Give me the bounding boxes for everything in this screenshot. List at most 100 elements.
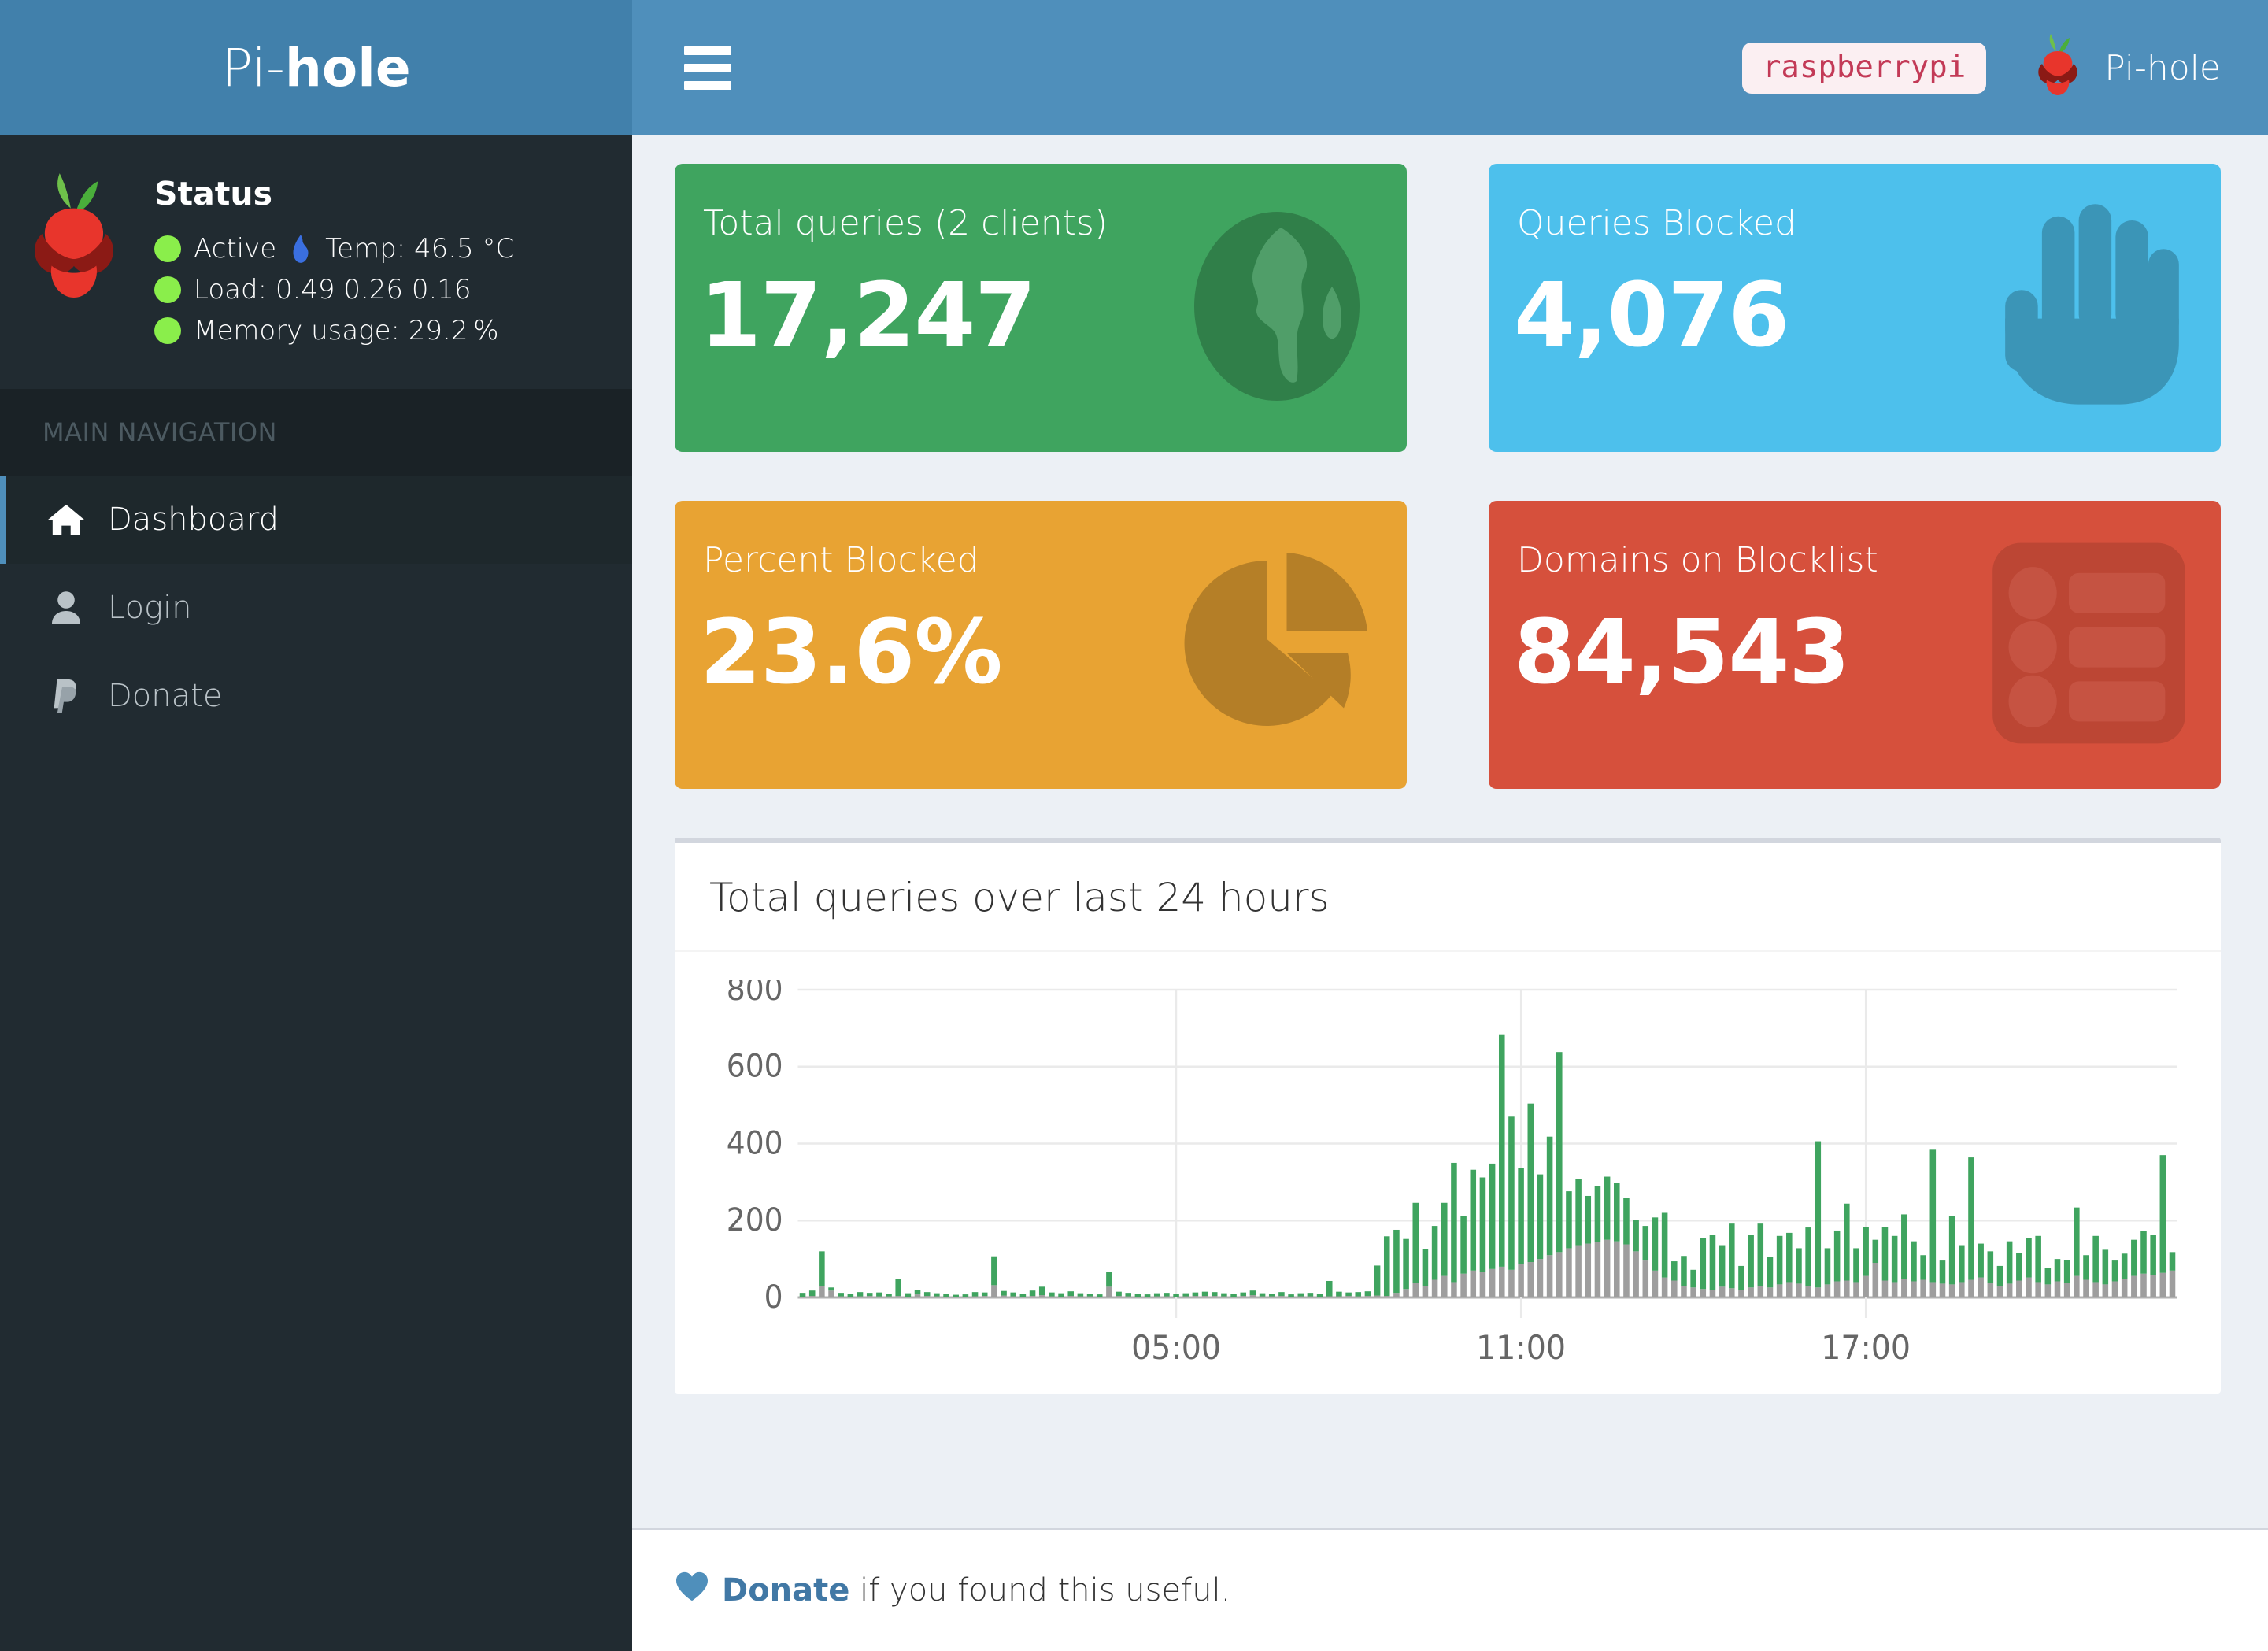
chart-bar-permitted (934, 1293, 940, 1297)
chart-bar-permitted (2054, 1259, 2061, 1282)
chart-bar-permitted (1345, 1292, 1352, 1297)
chart-bar-permitted (1546, 1136, 1553, 1256)
raspberry-pi-logo-icon (2032, 31, 2087, 106)
stat-card-total-queries[interactable]: Total queries (2 clients) 17,247 (675, 164, 1407, 452)
stat-card-value: 84,543 (1514, 602, 1850, 704)
queries-chart-card: Total queries over last 24 hours 0 200 400… (675, 838, 2221, 1394)
chart-bar-blocked (2131, 1275, 2137, 1297)
chart-bar-permitted (914, 1290, 921, 1295)
sidebar-item-login[interactable]: Login (0, 564, 632, 652)
chart-bar-blocked (1508, 1269, 1515, 1297)
status-dot-icon (154, 235, 181, 262)
chart-bar-blocked (819, 1286, 825, 1297)
chart-bar-permitted (1518, 1168, 1524, 1264)
chart-bar-permitted (1575, 1179, 1582, 1246)
chart-bar-permitted (1929, 1149, 1937, 1283)
chart-bar-permitted (971, 1292, 979, 1297)
chart-bar-permitted (1690, 1269, 1696, 1288)
chart-bar-permitted (1067, 1291, 1074, 1297)
chart-bar-permitted (1374, 1265, 1381, 1296)
stat-card-label: Total queries (2 clients) (703, 203, 1108, 243)
footer-donate-link[interactable]: Donate (722, 1572, 849, 1608)
chart-body: 0 200 400 600 800 05:00 11:00 17:00 (675, 952, 2221, 1394)
chart-bar-blocked (2006, 1283, 2013, 1297)
chart-bar-permitted (1709, 1235, 1716, 1290)
chart-bar-permitted (876, 1292, 882, 1297)
chart-bar-blocked (1978, 1277, 1984, 1297)
brand-right[interactable]: Pi-hole (2032, 31, 2221, 106)
chart-header: Total queries over last 24 hours (675, 843, 2221, 952)
stat-card-queries-blocked[interactable]: Queries Blocked 4,076 (1489, 164, 2221, 452)
chart-bar-permitted (1604, 1176, 1611, 1240)
chart-bar-blocked (866, 1296, 873, 1297)
stat-card-domains-on-blocklist[interactable]: Domains on Blocklist 84,543 (1489, 501, 2221, 789)
chart-bar-blocked (1403, 1289, 1409, 1297)
chart-bar-blocked (2159, 1272, 2166, 1297)
chart-bar-permitted (1192, 1292, 1199, 1297)
logo-suffix: hole (284, 37, 411, 98)
chart-bar-permitted (1748, 1235, 1754, 1288)
status-temperature-label: Temp: 46.5 °C (325, 233, 515, 265)
chart-bar-blocked (1833, 1281, 1841, 1297)
sidebar-item-dashboard[interactable]: Dashboard (0, 476, 632, 564)
chart-bar-blocked (1996, 1286, 2003, 1297)
status-memory-label: Memory usage: 29.2 % (194, 315, 499, 346)
hamburger-icon[interactable] (684, 46, 731, 90)
chart-bar-permitted (1872, 1239, 1879, 1264)
dashboard-content: Total queries (2 clients) 17,247 Queries… (632, 135, 2268, 1528)
chart-bar-permitted (1556, 1052, 1563, 1253)
stat-card-percent-blocked[interactable]: Percent Blocked 23.6% (675, 501, 1407, 789)
chart-bar-permitted (2169, 1252, 2176, 1271)
heart-icon (675, 1571, 709, 1610)
chart-bar-permitted (1614, 1183, 1620, 1242)
chart-bar-blocked (1872, 1263, 1879, 1297)
chart-bar-permitted (1221, 1293, 1227, 1297)
chart-bar-permitted (1249, 1290, 1256, 1296)
chart-bar-permitted (1911, 1241, 1917, 1282)
chart-bar-permitted (2016, 1253, 2022, 1281)
chart-bar-blocked (1729, 1288, 1735, 1297)
chart-bar-permitted (1671, 1261, 1678, 1281)
chart-bar-permitted (1805, 1227, 1811, 1286)
sidebar-item-donate[interactable]: Donate (0, 652, 632, 740)
stat-card-label: Percent Blocked (703, 540, 979, 580)
status-panel: Status Active Temp: 46.5 °C Load: 0.49 0… (0, 135, 632, 389)
main-content: Total queries (2 clients) 17,247 Queries… (632, 135, 2268, 1651)
chart-bar-blocked (1738, 1290, 1744, 1297)
chart-bar-blocked (1489, 1268, 1496, 1297)
chart-bar-permitted (1086, 1294, 1093, 1297)
chart-bar-blocked (1853, 1282, 1859, 1297)
sidebar-item-label: Login (108, 590, 192, 626)
chart-bar-blocked (1067, 1296, 1074, 1297)
chart-bar-blocked (1776, 1284, 1783, 1297)
chart-bar-permitted (1412, 1202, 1419, 1283)
chart-bar-permitted (1948, 1216, 1955, 1285)
chart-bar-blocked (1671, 1280, 1678, 1297)
queries-bar-chart[interactable]: 0 200 400 600 800 05:00 11:00 17:00 (703, 980, 2185, 1370)
chart-bar-permitted (1623, 1198, 1630, 1245)
home-icon (48, 502, 84, 538)
chart-bar-permitted (1844, 1203, 1850, 1281)
chart-bar-blocked (1451, 1282, 1457, 1297)
chart-bar-permitted (2092, 1235, 2099, 1283)
chart-bar-permitted (2159, 1155, 2166, 1273)
chart-bar-permitted (923, 1292, 931, 1297)
chart-bar-blocked (1881, 1280, 1889, 1297)
temperature-flame-icon (289, 234, 313, 264)
chart-bar-permitted (1527, 1103, 1534, 1263)
chart-bar-blocked (1422, 1286, 1429, 1297)
chart-bar-blocked (1948, 1284, 1955, 1297)
chart-bar-permitted (1182, 1293, 1189, 1297)
app-logo[interactable]: Pi-hole (0, 0, 632, 135)
chart-bar-permitted (1019, 1294, 1027, 1297)
chart-bar-permitted (1786, 1232, 1793, 1283)
chart-bar-permitted (1853, 1248, 1859, 1283)
chart-bar-permitted (857, 1292, 864, 1297)
chart-bar-permitted (1633, 1220, 1639, 1252)
hand-stop-icon (1985, 200, 2189, 416)
paypal-icon (48, 678, 84, 714)
chart-bar-permitted (2111, 1260, 2118, 1282)
chart-bar-permitted (886, 1294, 892, 1297)
chart-bar-blocked (1594, 1242, 1601, 1297)
chart-bar-blocked (1796, 1283, 1802, 1297)
